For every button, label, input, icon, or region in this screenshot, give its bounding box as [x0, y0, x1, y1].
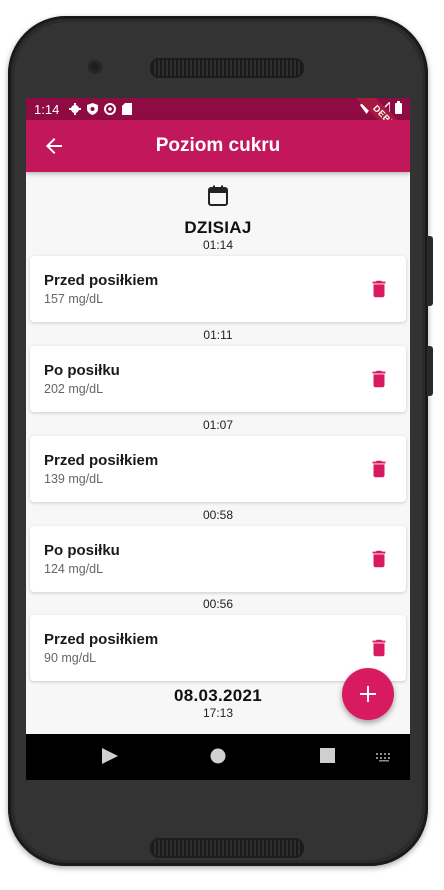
volume-button: [427, 236, 433, 306]
reading-value: 139 mg/dL: [44, 472, 104, 486]
delete-icon[interactable]: [368, 368, 390, 390]
page-title: Poziom cukru: [155, 135, 281, 156]
reading-value: 202 mg/dL: [44, 382, 104, 396]
reading-card[interactable]: Przed posiłkiem 90 mg/dL: [30, 615, 406, 681]
reading-card[interactable]: Po posiłku 202 mg/dL: [30, 346, 406, 412]
entry-time: 01:14: [202, 238, 234, 252]
screen: 1:14 DEBUG Poziom cukru DZISIAJ 01:14 Pr…: [26, 98, 410, 780]
sd-card-icon: [122, 103, 133, 115]
reading-value: 157 mg/dL: [44, 292, 104, 306]
plus-icon: [360, 686, 376, 702]
status-bar: 1:14 DEBUG: [26, 98, 410, 156]
reading-type: Po posiłku: [44, 542, 120, 559]
top-speaker: [150, 58, 304, 78]
battery-icon: [395, 101, 402, 114]
entry-time: 01:07: [202, 418, 234, 432]
date-header: DZISIAJ: [184, 218, 252, 237]
shield-icon: [87, 103, 99, 115]
readings-list[interactable]: DZISIAJ 01:14 Przed posiłkiem 157 mg/dL …: [26, 172, 410, 734]
back-triangle-icon[interactable]: [102, 748, 118, 764]
bottom-speaker: [150, 838, 304, 858]
reading-value: 90 mg/dL: [44, 651, 97, 665]
entry-time: 00:58: [202, 508, 234, 522]
calendar-icon[interactable]: [206, 184, 230, 208]
power-button: [427, 346, 433, 396]
reading-card[interactable]: Po posiłku 124 mg/dL: [30, 526, 406, 592]
recents-square-icon[interactable]: [320, 748, 335, 763]
entry-time: 01:11: [203, 328, 233, 342]
reading-type: Przed posiłkiem: [44, 272, 159, 289]
reading-value: 124 mg/dL: [44, 562, 104, 576]
delete-icon[interactable]: [368, 278, 390, 300]
reading-type: Przed posiłkiem: [44, 631, 159, 648]
delete-icon[interactable]: [368, 458, 390, 480]
delete-icon[interactable]: [368, 637, 390, 659]
reading-type: Przed posiłkiem: [44, 452, 159, 469]
keyboard-icon[interactable]: [375, 752, 393, 762]
gear-icon: [69, 103, 82, 115]
entry-time: 00:56: [202, 597, 234, 611]
status-time: 1:14: [34, 101, 60, 117]
at-icon: [104, 103, 117, 115]
delete-icon[interactable]: [368, 548, 390, 570]
home-circle-icon[interactable]: [210, 748, 226, 764]
reading-card[interactable]: Przed posiłkiem 139 mg/dL: [30, 436, 406, 502]
system-nav-bar: [26, 734, 410, 780]
reading-type: Po posiłku: [44, 362, 120, 379]
app-bar: Poziom cukru: [26, 120, 410, 172]
reading-card[interactable]: Przed posiłkiem 157 mg/dL: [30, 256, 406, 322]
add-reading-button[interactable]: [342, 668, 394, 720]
front-camera: [88, 60, 102, 74]
